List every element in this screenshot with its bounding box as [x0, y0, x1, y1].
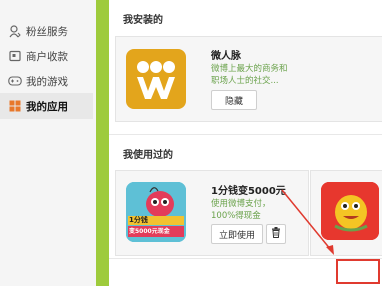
- used-app-name: 1分钱变5000元: [211, 186, 286, 197]
- sidebar-item-my-games[interactable]: 我的游戏: [8, 70, 68, 92]
- cartoon-app-icon[interactable]: [321, 182, 379, 240]
- use-now-button[interactable]: 立即使用: [211, 224, 263, 244]
- person-icon: [8, 24, 22, 38]
- main-content: 我安装的 微人脉 微博上最大的商务和 职场人士的社交... 隐藏 我使用过的 1…: [109, 0, 382, 286]
- icon-text-top: 1分钱: [129, 216, 148, 224]
- installed-app-desc-line1: 微博上最大的商务和: [211, 64, 288, 74]
- cash-promo-app-icon[interactable]: 1分钱 变5000元现金: [126, 182, 186, 242]
- sidebar-item-label: 商户收款: [26, 50, 68, 63]
- sidebar: 粉丝服务 商户收款 我的游戏 我的应用: [0, 0, 96, 286]
- installed-section-title: 我安装的: [123, 15, 163, 26]
- section-divider: [109, 134, 382, 135]
- accent-divider: [96, 0, 109, 286]
- hide-button[interactable]: 隐藏: [211, 90, 257, 110]
- sidebar-item-fans-service[interactable]: 粉丝服务: [8, 20, 68, 42]
- apps-icon: [8, 99, 22, 113]
- delete-button[interactable]: [266, 224, 286, 244]
- used-app-desc-line1: 使用微博支付，: [211, 199, 271, 209]
- gamepad-icon: [8, 74, 22, 88]
- annotation-highlight-box: [336, 259, 380, 284]
- sidebar-item-my-apps[interactable]: 我的应用: [8, 95, 68, 117]
- used-app-desc-line2: 100%得现金: [211, 211, 261, 221]
- sidebar-item-label: 粉丝服务: [26, 25, 68, 38]
- icon-text-bottom: 变5000元现金: [129, 228, 170, 235]
- weirenmai-app-icon[interactable]: [126, 49, 186, 109]
- sidebar-item-label: 我的游戏: [26, 75, 68, 88]
- used-section-title: 我使用过的: [123, 150, 173, 161]
- sidebar-item-merchant-payment[interactable]: 商户收款: [8, 45, 68, 67]
- installed-app-name: 微人脉: [211, 51, 241, 62]
- trash-icon: [271, 227, 281, 241]
- sidebar-item-label: 我的应用: [26, 100, 68, 113]
- installed-app-desc-line2: 职场人士的社交...: [211, 76, 279, 86]
- receipt-icon: [8, 49, 22, 63]
